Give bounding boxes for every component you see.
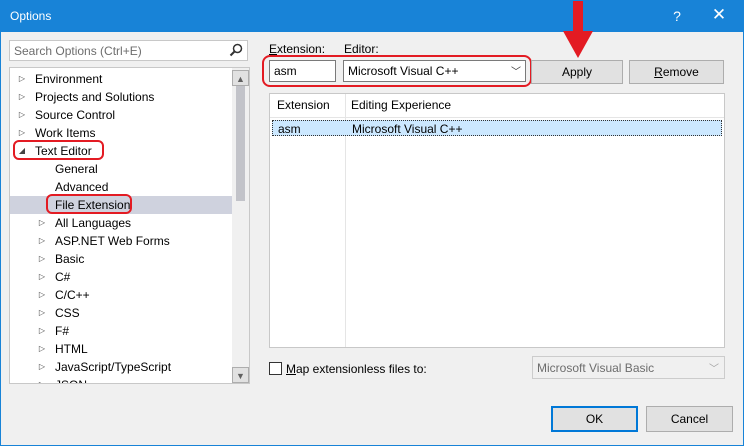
tree-item[interactable]: ▷ C/C++ [10, 286, 232, 304]
collapsed-arrow-icon[interactable]: ▷ [37, 286, 47, 304]
collapsed-arrow-icon[interactable]: ▷ [17, 70, 27, 88]
tree-item[interactable]: ▷ Projects and Solutions [10, 88, 232, 106]
table-row[interactable]: asm Microsoft Visual C++ [272, 120, 722, 136]
window-title: Options [10, 9, 52, 23]
collapsed-arrow-icon[interactable]: ▷ [37, 268, 47, 286]
collapsed-arrow-icon[interactable]: ▷ [37, 304, 47, 322]
tree-item[interactable]: ▷ Environment [10, 70, 232, 88]
tree-item-label: CSS [55, 306, 80, 320]
red-arrow-icon [563, 1, 593, 58]
collapsed-arrow-icon[interactable]: ▷ [37, 214, 47, 232]
chevron-down-icon: ﹀ [709, 364, 719, 375]
extensionless-editor-dropdown: Microsoft Visual Basic ﹀ [532, 356, 725, 379]
help-button[interactable]: ? [669, 8, 685, 24]
tree-item[interactable]: ▷ JSON [10, 376, 232, 383]
search-box [9, 40, 248, 61]
tree-item-label: Projects and Solutions [35, 90, 155, 104]
search-icon[interactable] [228, 42, 244, 58]
row-extension-cell: asm [278, 122, 301, 136]
tree-item[interactable]: ▷ F# [10, 322, 232, 340]
text-editor-highlight [13, 140, 104, 160]
column-header-extension[interactable]: Extension [277, 98, 330, 112]
collapsed-arrow-icon[interactable]: ▷ [37, 322, 47, 340]
tree-item-label: HTML [55, 342, 88, 356]
tree-item[interactable]: General [10, 160, 232, 178]
tree-item-label: C/C++ [55, 288, 90, 302]
tree-item[interactable]: ▷ Source Control [10, 106, 232, 124]
inputs-highlight [262, 55, 532, 87]
apply-button[interactable]: Apply [531, 60, 623, 84]
search-input[interactable] [10, 41, 224, 60]
tree-item-label: F# [55, 324, 70, 338]
tree-item-label: All Languages [55, 216, 132, 230]
remove-button[interactable]: Remove [629, 60, 724, 84]
options-tree: ▷ Environment ▷ Projects and Solutions ▷ Sour… [9, 67, 250, 384]
tree-item-label: ASP.NET Web Forms [55, 234, 170, 248]
scroll-down-icon[interactable]: ▼ [232, 367, 249, 383]
scrollbar-thumb[interactable] [236, 86, 245, 201]
extensionless-editor-value: Microsoft Visual Basic [537, 361, 655, 375]
tree-item-label: Source Control [35, 108, 116, 122]
tree-item[interactable]: ▷ ASP.NET Web Forms [10, 232, 232, 250]
tree-item[interactable]: ▷ All Languages [10, 214, 232, 232]
map-extensionless-label[interactable]: Map extensionless files to: [286, 362, 427, 376]
tree-item[interactable]: ▷ HTML [10, 340, 232, 358]
cancel-button[interactable]: Cancel [646, 406, 733, 432]
collapsed-arrow-icon[interactable]: ▷ [17, 88, 27, 106]
tree-item-label: C# [55, 270, 71, 284]
row-editor-cell: Microsoft Visual C++ [352, 122, 463, 136]
collapsed-arrow-icon[interactable]: ▷ [37, 232, 47, 250]
ok-button[interactable]: OK [551, 406, 638, 432]
file-extension-highlight [46, 194, 132, 214]
title-bar: Options ? ✕ [1, 1, 743, 32]
collapsed-arrow-icon[interactable]: ▷ [37, 376, 47, 383]
collapsed-arrow-icon[interactable]: ▷ [37, 358, 47, 376]
tree-item-label: JavaScript/TypeScript [55, 360, 172, 374]
extension-label: Extension: [269, 42, 326, 56]
tree-scrollbar[interactable]: ▲ ▼ [232, 68, 249, 383]
tree-item[interactable]: ▷ Basic [10, 250, 232, 268]
tree-item[interactable]: ▷ JavaScript/TypeScript [10, 358, 232, 376]
map-extensionless-checkbox[interactable] [269, 362, 282, 375]
tree-item-label: Environment [35, 72, 103, 86]
table-header: Extension Editing Experience [270, 94, 724, 118]
tree-item-label: General [55, 162, 98, 176]
collapsed-arrow-icon[interactable]: ▷ [37, 250, 47, 268]
scroll-up-icon[interactable]: ▲ [232, 70, 249, 86]
column-header-editing-experience[interactable]: Editing Experience [351, 98, 451, 112]
tree-item-label: Basic [55, 252, 85, 266]
tree-item[interactable]: ▷ C# [10, 268, 232, 286]
tree-item-label: JSON [55, 376, 87, 383]
extension-mapping-table[interactable]: Extension Editing Experience asm Microso… [269, 93, 725, 348]
editor-label: Editor: [344, 42, 379, 56]
collapsed-arrow-icon[interactable]: ▷ [37, 340, 47, 358]
tree-item[interactable]: ▷ CSS [10, 304, 232, 322]
close-button[interactable]: ✕ [707, 5, 731, 25]
options-dialog: Options ? ✕ ▷ Environment ▷ Projects and So… [0, 0, 744, 446]
collapsed-arrow-icon[interactable]: ▷ [17, 106, 27, 124]
